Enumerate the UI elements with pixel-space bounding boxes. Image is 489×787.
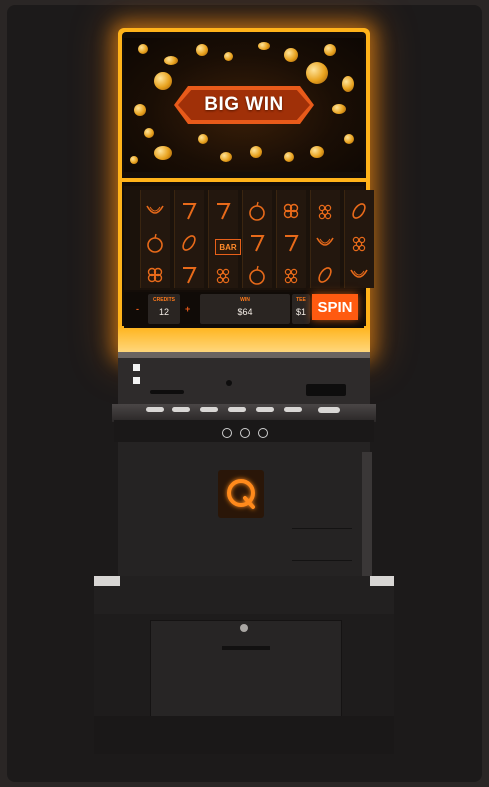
lock-icon (240, 428, 250, 438)
coin (224, 52, 233, 61)
credits-display: CREDITS 12 (148, 294, 180, 324)
card-reader-slot[interactable] (150, 390, 184, 394)
coin (310, 146, 324, 158)
bet-label: TEE (296, 297, 306, 303)
credits-plus-button[interactable]: + (185, 304, 190, 314)
coin (220, 152, 232, 162)
coin (196, 44, 208, 56)
door-lock-icon (240, 624, 248, 632)
deck-button[interactable] (284, 407, 302, 412)
bet-display: TEE $1 (292, 294, 310, 324)
ticket-printer-slot[interactable] (306, 384, 346, 396)
seven-icon (278, 230, 304, 256)
q-logo (218, 470, 264, 518)
glow-divider (122, 178, 366, 182)
seven-icon (176, 198, 202, 224)
lemon-icon (312, 262, 338, 288)
coin (284, 48, 298, 62)
indicator-light (133, 377, 140, 384)
watermelon-icon (346, 262, 372, 288)
deck-button[interactable] (172, 407, 190, 412)
coin (284, 152, 294, 162)
coin (144, 128, 154, 138)
base-foot (94, 716, 394, 754)
coin (134, 104, 146, 116)
base-ledge (94, 576, 120, 586)
coin (344, 134, 354, 144)
win-label: WIN (240, 297, 250, 303)
spin-button[interactable]: SPIN (312, 294, 358, 320)
coin (198, 134, 208, 144)
coin (258, 42, 270, 50)
lemon-icon (176, 230, 202, 256)
deck-button[interactable] (228, 407, 246, 412)
watermelon-icon (142, 198, 168, 224)
player-panel (118, 358, 370, 406)
seven-icon (176, 262, 202, 288)
grapes-icon (312, 198, 338, 224)
deck-button[interactable] (200, 407, 218, 412)
deck-button[interactable] (256, 407, 274, 412)
deck-button[interactable] (146, 407, 164, 412)
base-top (94, 576, 394, 616)
q-logo-icon (227, 479, 255, 509)
coin (164, 56, 178, 65)
bar-symbol: BAR (215, 239, 241, 255)
credits-value: 12 (158, 307, 169, 317)
base-ledge (370, 576, 394, 586)
coin (324, 44, 336, 56)
clover-icon (142, 262, 168, 288)
grapes-icon (278, 262, 304, 288)
credits-label: CREDITS (153, 297, 175, 303)
indicator-light (133, 364, 140, 371)
coin (342, 76, 354, 92)
win-display: WIN $64 (200, 294, 290, 324)
seven-icon (210, 198, 236, 224)
seven-icon (244, 230, 270, 256)
clover-icon (278, 198, 304, 224)
apple-icon (142, 230, 168, 256)
door-handle[interactable] (222, 646, 270, 650)
credits-minus-button[interactable]: - (136, 304, 139, 314)
grapes-icon (346, 230, 372, 256)
win-value: $64 (237, 307, 253, 317)
bet-value: $1 (295, 307, 306, 317)
coin (250, 146, 262, 158)
apple-icon (244, 262, 270, 288)
deck-button-large[interactable] (318, 407, 340, 413)
grapes-icon (210, 262, 236, 288)
base-door[interactable] (150, 620, 342, 718)
lock-icon (222, 428, 232, 438)
lock-icon (258, 428, 268, 438)
coin (138, 44, 148, 54)
coin (154, 72, 172, 90)
sensor (226, 380, 232, 386)
coin (154, 146, 172, 160)
watermelon-icon (312, 230, 338, 256)
coin (332, 104, 346, 114)
big-win-banner: BIG WIN (204, 94, 284, 115)
coin (130, 156, 138, 164)
apple-icon (244, 198, 270, 224)
lemon-icon (346, 198, 372, 224)
coin (306, 62, 328, 84)
cabinet-side-panel (362, 452, 372, 582)
